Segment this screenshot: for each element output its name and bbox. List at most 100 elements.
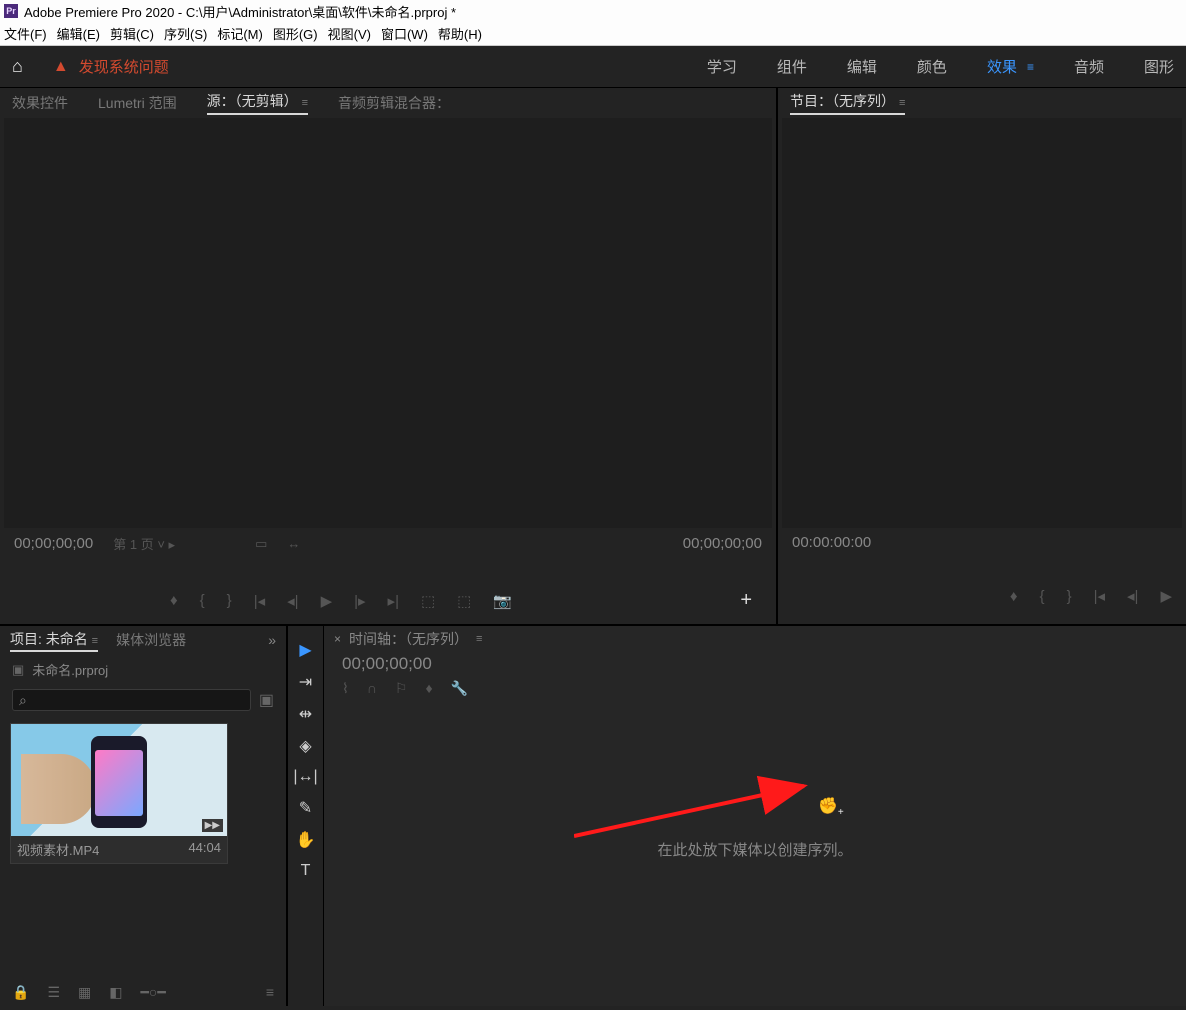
search-icon: ⌕ [19,692,27,709]
workspace-tabs: 学习 组件 编辑 颜色 效果 ≡ 音频 图形 [707,56,1174,77]
program-timecode[interactable]: 00:00:00:00 [792,534,871,551]
warning-text: 发现系统问题 [79,56,169,77]
export-frame-icon[interactable]: 📷 [493,592,512,610]
tab-effect-controls[interactable]: 效果控件 [12,93,68,113]
clip-item[interactable]: ▶▶ 视频素材.MP4 44:04 [10,723,228,864]
tab-source[interactable]: 源：（无剪辑）≡ [207,91,308,115]
timeline-title[interactable]: 时间轴：（无序列） [349,629,468,649]
step-back-icon[interactable]: ◂| [1127,587,1138,605]
source-page-dropdown[interactable]: 第 1 页 ˅ ▸ [113,534,175,553]
clip-thumbnail[interactable]: ▶▶ [11,724,227,836]
settings-icon[interactable]: 🔧 [451,680,468,697]
tab-project[interactable]: 项目: 未命名 ≡ [10,629,98,652]
timeline-tabs: × 时间轴：（无序列） ≡ [324,626,1186,652]
snap-icon[interactable]: ⌇ [342,680,349,697]
search-input[interactable]: ⌕ [12,689,251,711]
slip-tool-icon[interactable]: |↔| [293,768,317,786]
mark-in-icon[interactable]: { [200,592,205,609]
warning-icon: ▲ [53,58,69,76]
program-transport: ♦ { } |◂ ◂| ▶ [778,583,1186,609]
selection-tool-icon[interactable]: ▶ [299,640,311,660]
workspace-effects[interactable]: 效果 [987,56,1017,77]
warning-area[interactable]: ▲ 发现系统问题 [53,56,169,77]
step-fwd-icon[interactable]: |▸ [354,592,365,610]
button-editor-icon[interactable]: + [740,589,762,612]
workspace-assembly[interactable]: 组件 [777,56,807,77]
overflow-icon[interactable]: » [268,632,276,648]
title-bar: Pr Adobe Premiere Pro 2020 - C:\用户\Admin… [0,0,1186,22]
add-marker-icon[interactable]: ♦ [170,592,178,609]
type-tool-icon[interactable]: T [301,862,311,880]
workspace-color[interactable]: 颜色 [917,56,947,77]
add-marker-icon[interactable]: ♦ [425,680,432,697]
new-bin-icon[interactable]: ▣ [259,690,274,710]
timeline-main[interactable]: × 时间轴：（无序列） ≡ 00;00;00;00 ⌇ ∩ ⚐ ♦ 🔧 在此处放… [324,626,1186,1006]
tab-media-browser[interactable]: 媒体浏览器 [116,630,186,650]
sort-icon[interactable]: ≡ [266,984,274,1000]
project-panel: 项目: 未命名 ≡ 媒体浏览器 » ▣ 未命名.prproj ⌕ ▣ ▶▶ [0,626,288,1006]
workspace-graphics[interactable]: 图形 [1144,56,1174,77]
step-back-icon[interactable]: ◂| [287,592,298,610]
link-selection-icon[interactable]: ∩ [367,680,377,697]
project-bin[interactable]: ▶▶ 视频素材.MP4 44:04 [0,715,286,872]
mark-out-icon[interactable]: } [227,592,232,609]
menu-file[interactable]: 文件(F) [4,24,47,43]
overwrite-icon[interactable]: ⬚ [457,592,471,610]
mark-out-icon[interactable]: } [1067,588,1072,605]
pen-tool-icon[interactable]: ✎ [299,798,312,818]
play-icon[interactable]: ▶ [1160,587,1172,605]
menu-clip[interactable]: 剪辑(C) [110,24,154,43]
workspace-learn[interactable]: 学习 [707,56,737,77]
timeline-controls: ⌇ ∩ ⚐ ♦ 🔧 [324,676,1186,701]
go-out-icon[interactable]: ▸| [388,592,399,610]
menu-sequence[interactable]: 序列(S) [164,24,207,43]
hand-tool-icon[interactable]: ✋ [296,830,316,850]
menu-graphic[interactable]: 图形(G) [273,24,318,43]
panel-menu-icon[interactable]: ≡ [302,97,308,109]
razor-tool-icon[interactable]: ◈ [299,736,311,756]
zoom-slider-icon[interactable]: ━○━ [140,984,165,1001]
freeform-view-icon[interactable]: ◧ [109,984,122,1001]
tab-audio-clip-mixer[interactable]: 音频剪辑混合器： [338,93,450,113]
play-icon[interactable]: ▶ [321,592,333,610]
menu-edit[interactable]: 编辑(E) [57,24,100,43]
tab-lumetri-scopes[interactable]: Lumetri 范围 [98,93,177,113]
fit-icon[interactable]: ▭ [255,536,267,552]
menu-help[interactable]: 帮助(H) [438,24,482,43]
source-timecode-right[interactable]: 00;00;00;00 [683,535,762,552]
clip-meta: 视频素材.MP4 44:04 [11,836,227,863]
ripple-edit-tool-icon[interactable]: ⇹ [299,704,312,724]
go-in-icon[interactable]: |◂ [1094,587,1105,605]
panel-menu-icon[interactable]: ≡ [899,97,905,109]
source-timecode-left[interactable]: 00;00;00;00 [14,535,93,552]
menu-view[interactable]: 视图(V) [328,24,371,43]
lock-icon[interactable]: 🔒 [12,984,29,1001]
workspace-edit[interactable]: 编辑 [847,56,877,77]
workspace-audio[interactable]: 音频 [1074,56,1104,77]
project-filename: 未命名.prproj [32,660,108,679]
close-icon[interactable]: × [334,632,341,646]
panel-menu-icon[interactable]: ≡ [92,635,98,647]
source-marker-bar[interactable] [0,559,776,585]
clip-name: 视频素材.MP4 [17,840,99,859]
source-footer: 00;00;00;00 第 1 页 ˅ ▸ ▭ ↔ 00;00;00;00 [0,528,776,559]
program-panel-tabs: 节目：（无序列）≡ [778,88,1186,118]
timeline-timecode[interactable]: 00;00;00;00 [324,652,1186,676]
tab-program[interactable]: 节目：（无序列）≡ [790,91,905,115]
mark-in-icon[interactable]: { [1040,588,1045,605]
track-select-tool-icon[interactable]: ⇥ [299,672,312,692]
arrows-icon[interactable]: ↔ [287,536,300,551]
menu-window[interactable]: 窗口(W) [381,24,428,43]
insert-icon[interactable]: ⬚ [421,592,435,610]
add-marker-icon[interactable]: ♦ [1010,588,1018,605]
list-view-icon[interactable]: ☰ [47,984,60,1001]
markers-icon[interactable]: ⚐ [395,680,408,697]
program-panel: 节目：（无序列）≡ 00:00:00:00 ♦ { } |◂ ◂| ▶ [778,88,1186,626]
workspace-menu-icon[interactable]: ≡ [1027,60,1034,74]
menu-marker[interactable]: 标记(M) [217,24,263,43]
panel-menu-icon[interactable]: ≡ [476,633,482,645]
program-marker-bar[interactable] [778,557,1186,583]
go-in-icon[interactable]: |◂ [254,592,265,610]
icon-view-icon[interactable]: ▦ [78,984,91,1001]
home-icon[interactable]: ⌂ [12,56,23,77]
